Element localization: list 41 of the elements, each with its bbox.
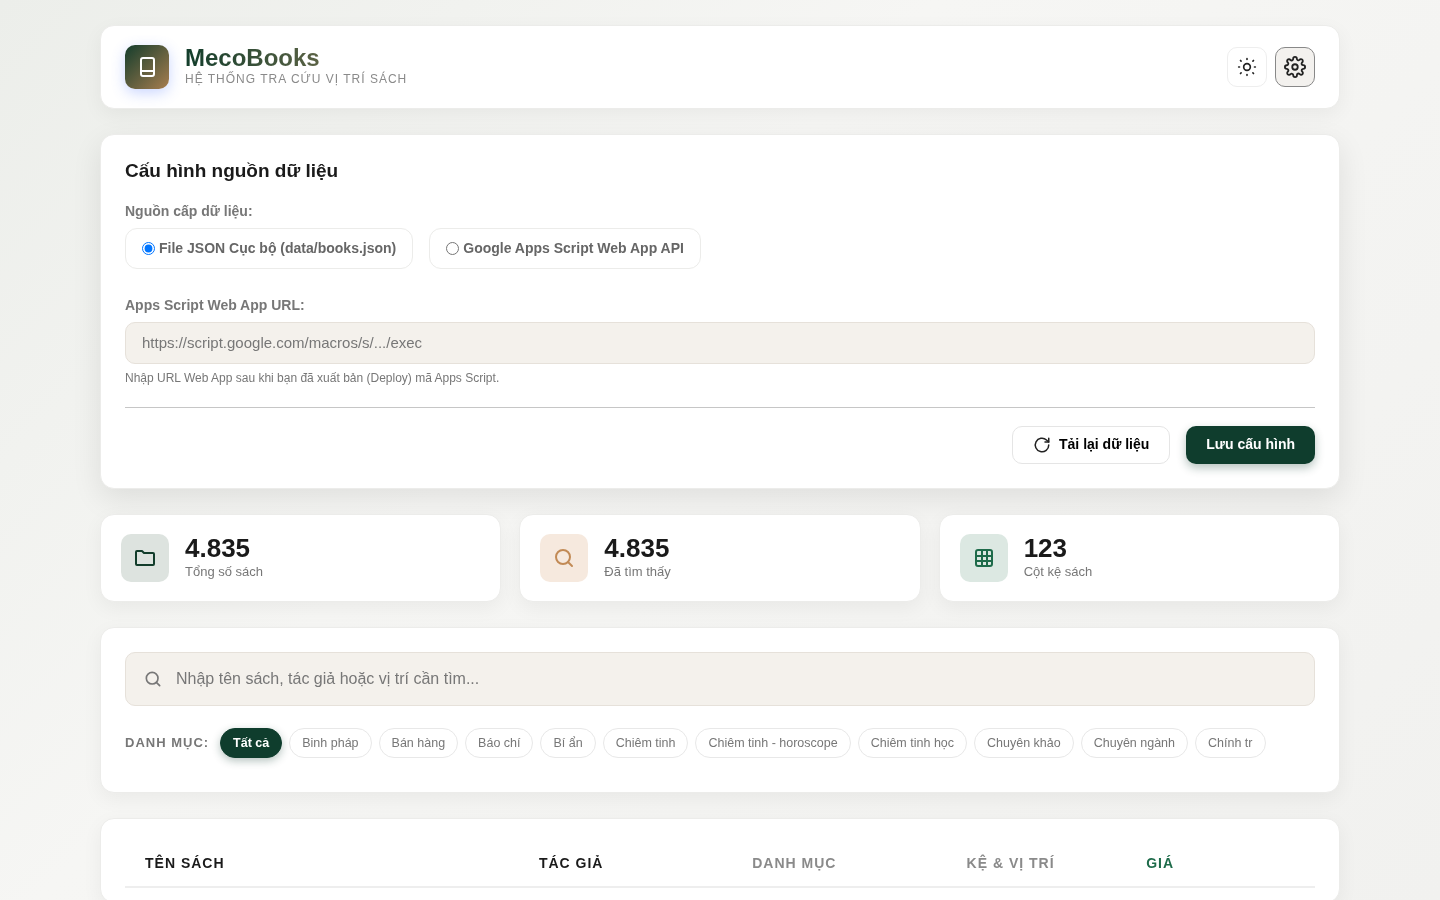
category-chip[interactable]: Binh pháp	[289, 727, 372, 759]
stat-label: Cột kệ sách	[1023, 563, 1093, 582]
save-button[interactable]: Lưu cấu hình	[1186, 425, 1315, 464]
radio-button[interactable]	[446, 241, 460, 255]
sun-icon	[1237, 57, 1257, 77]
category-chip[interactable]: Chuyên ngành	[1080, 727, 1189, 759]
section-title: Cấu hình nguồn dữ liệu	[125, 159, 340, 183]
column-header: GIÁ	[1146, 854, 1176, 874]
category-chip[interactable]: Chiêm tinh - horoscope	[695, 727, 851, 759]
theme-toggle-button[interactable]	[1227, 47, 1267, 87]
stat-label: Tổng số sách	[185, 563, 264, 582]
search-field[interactable]: Nhập tên sách, tác giả hoặc vị trí cần tìm...	[125, 651, 1315, 706]
category-chip[interactable]: Báo chí	[465, 727, 534, 759]
category-chip[interactable]: Tất cả	[220, 727, 283, 759]
reload-button[interactable]: Tải lại dữ liệu	[1012, 425, 1171, 464]
app-subtitle: HỆ THỐNG TRA CỨU VỊ TRÍ SÁCH	[185, 70, 408, 88]
radio-button[interactable]	[142, 241, 155, 255]
column-header: TÁC GIẢ	[538, 854, 605, 874]
category-chip[interactable]: Chuyên khảo	[974, 727, 1074, 759]
category-chip[interactable]: Chiêm tinh học	[857, 727, 968, 759]
stat-label: Đã tìm thấy	[604, 563, 671, 582]
settings-icon	[1284, 56, 1306, 78]
category-chip[interactable]: Chiêm tinh	[602, 727, 689, 759]
category-label: DANH MỤC:	[125, 734, 210, 753]
category-chip[interactable]: Chính tr	[1195, 727, 1266, 759]
help-text: Nhập URL Web App sau khi bạn đã xuất bản (Deploy) mã Apps Script.	[125, 369, 501, 387]
stat-value: 4.835	[185, 533, 252, 563]
field-label: Nguồn cấp dữ liệu:	[125, 201, 254, 221]
category-chip[interactable]: Bí ẩn	[540, 727, 596, 759]
refresh-icon	[1033, 435, 1051, 454]
column-header: DANH MỤC	[752, 854, 838, 874]
column-header: KỆ & VỊ TRÍ	[966, 853, 1056, 874]
settings-button[interactable]	[1275, 47, 1315, 87]
field-label: Apps Script Web App URL:	[125, 295, 306, 315]
stat-value: 4.835	[604, 533, 671, 563]
source-option[interactable]: File JSON Cục bộ (data/books.json)	[125, 227, 414, 269]
column-header: TÊN SÁCH	[145, 853, 226, 874]
stat-value: 123	[1023, 533, 1069, 563]
source-option[interactable]: Google Apps Script Web App API	[429, 227, 701, 269]
url-input-field[interactable]: https://script.google.com/macros/s/.../exec	[125, 321, 1315, 364]
category-chip[interactable]: Bán hàng	[378, 727, 459, 759]
